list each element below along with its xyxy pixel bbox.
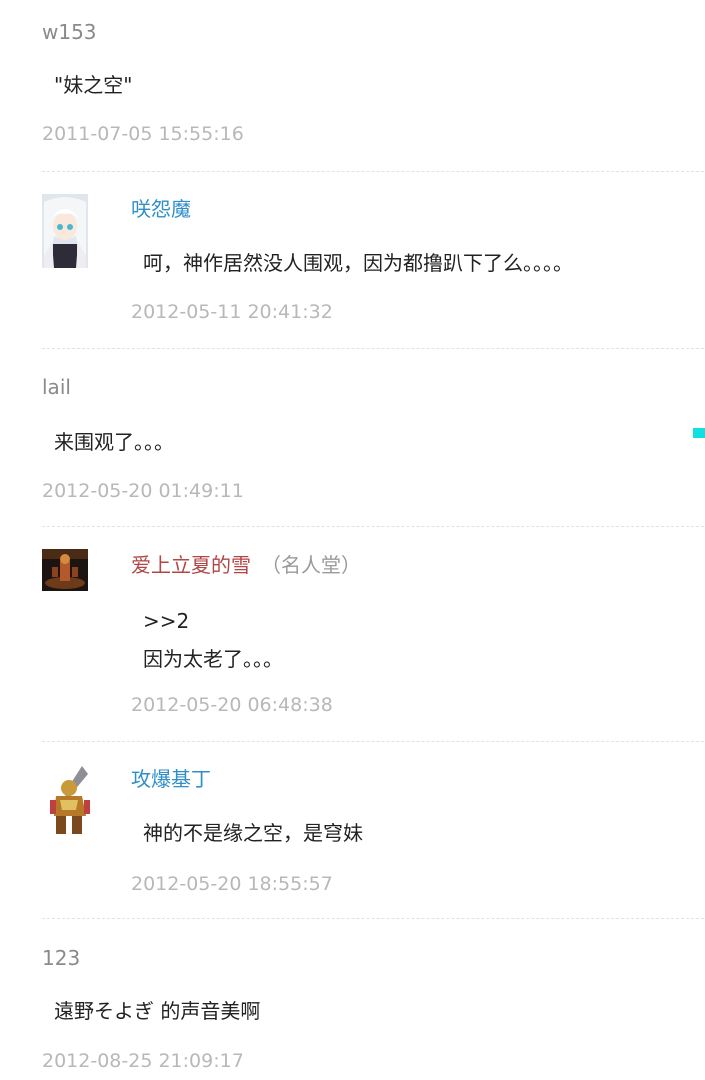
comment-text: 呵，神作居然没人围观，因为都撸趴下了么。。。。 xyxy=(143,251,573,275)
comment-author: 123 xyxy=(42,946,81,970)
scroll-marker xyxy=(693,428,705,438)
comment-timestamp: 2012-08-25 21:09:17 xyxy=(42,1050,244,1072)
comment-item: w153 "妹之空" 2011-07-05 15:55:16 xyxy=(42,0,704,172)
comment-timestamp: 2012-05-20 01:49:11 xyxy=(42,480,244,502)
comment-timestamp: 2011-07-05 15:55:16 xyxy=(42,123,244,145)
comment-text: 神的不是缘之空，是穹妹 xyxy=(143,821,363,845)
comment-timestamp: 2012-05-11 20:41:32 xyxy=(131,301,333,323)
anime-girl-avatar-image xyxy=(42,194,88,268)
game-scene-avatar-image xyxy=(42,549,88,591)
comment-timestamp: 2012-05-20 18:55:57 xyxy=(131,873,333,895)
comment-item: 123 遠野そよぎ 的声音美啊 2012-08-25 21:09:17 xyxy=(42,919,704,1080)
comment-author-link[interactable]: 攻爆基丁 xyxy=(131,767,211,791)
comment-author-name: 爱上立夏的雪 xyxy=(131,553,251,577)
comment-text-line: >>2 xyxy=(143,609,190,633)
comment-item: 咲怨魔 呵，神作居然没人围观，因为都撸趴下了么。。。。 2012-05-11 2… xyxy=(42,172,704,348)
armored-robot-avatar-image xyxy=(42,762,102,840)
anime-girl-avatar[interactable] xyxy=(42,194,88,268)
game-scene-avatar[interactable] xyxy=(42,549,88,591)
hall-of-fame-badge: （名人堂） xyxy=(261,553,361,577)
comment-timestamp: 2012-05-20 06:48:38 xyxy=(131,694,333,716)
comment-item: 攻爆基丁 神的不是缘之空，是穹妹 2012-05-20 18:55:57 xyxy=(42,742,704,918)
comment-author: lail xyxy=(42,375,71,399)
comment-author: w153 xyxy=(42,20,97,44)
comment-author-link[interactable]: 咲怨魔 xyxy=(131,197,191,221)
comment-item: lail 来围观了。。。 2012-05-20 01:49:11 xyxy=(42,349,704,527)
comment-author-link[interactable]: 爱上立夏的雪 （名人堂） xyxy=(131,553,361,577)
comment-text: 来围观了。。。 xyxy=(54,430,174,454)
comment-text: "妹之空" xyxy=(54,73,133,97)
armored-robot-avatar[interactable] xyxy=(42,762,102,840)
comment-item: 爱上立夏的雪 （名人堂） >>2 因为太老了。。。 2012-05-20 06:4… xyxy=(42,527,704,741)
comment-text-line: 因为太老了。。。 xyxy=(143,647,283,671)
comment-text: 遠野そよぎ 的声音美啊 xyxy=(54,999,261,1023)
